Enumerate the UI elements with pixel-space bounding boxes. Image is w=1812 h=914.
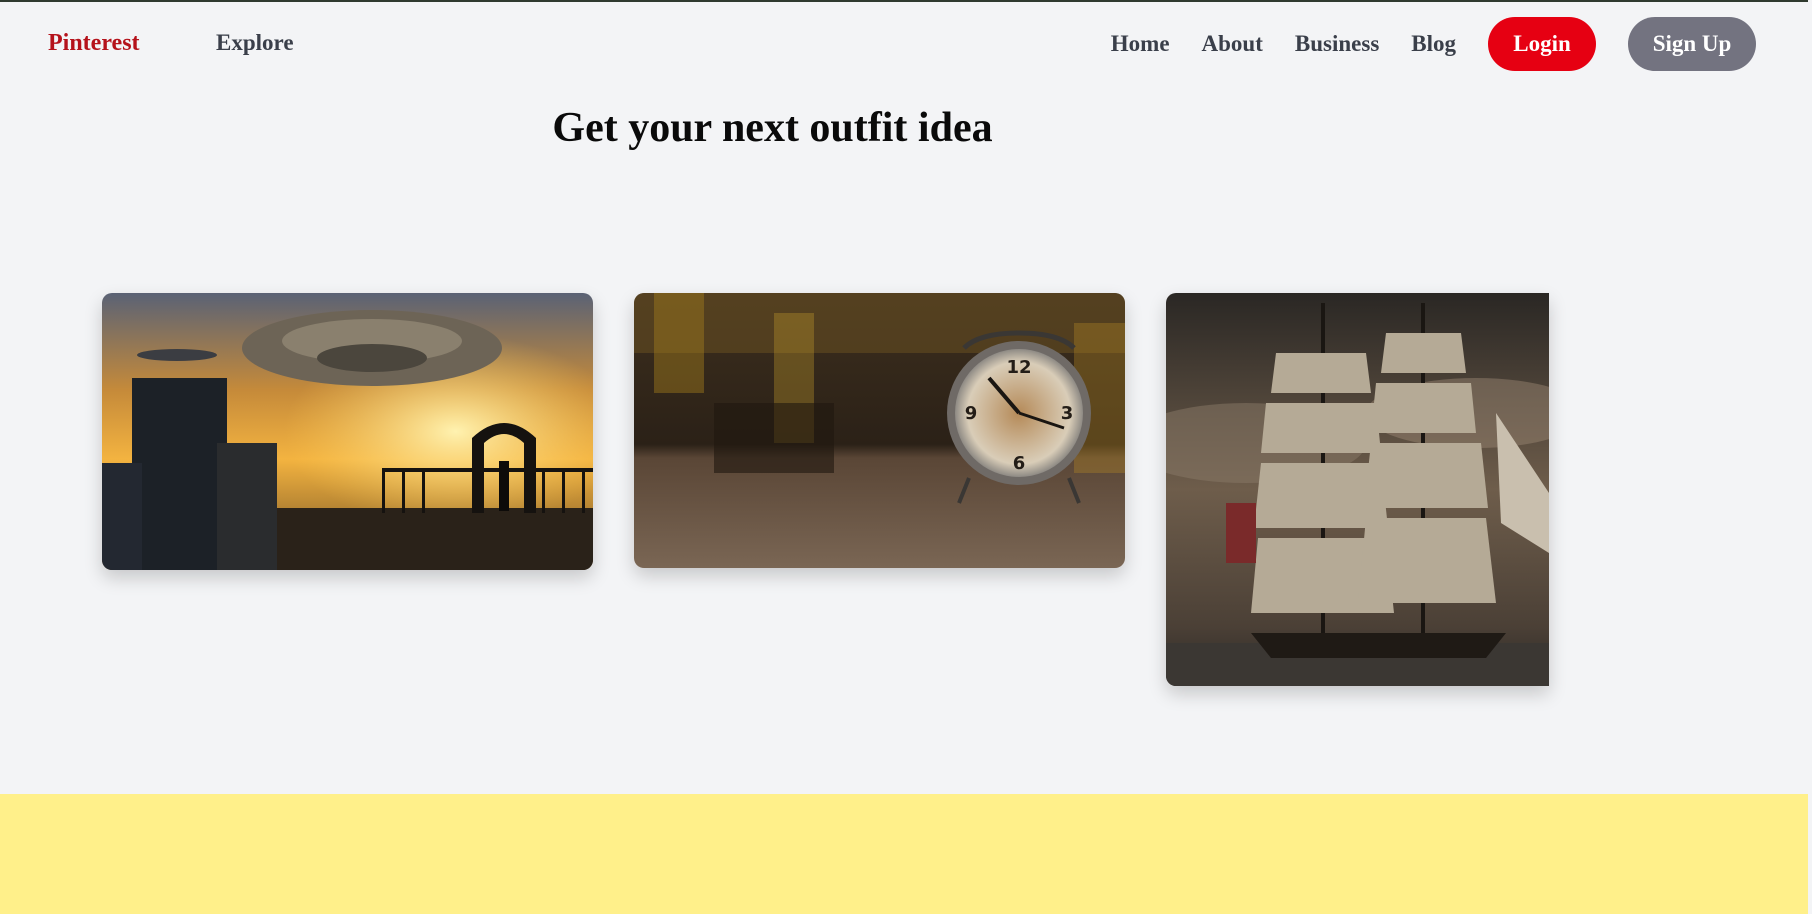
nav-link-explore[interactable]: Explore bbox=[216, 30, 294, 56]
svg-text:9: 9 bbox=[965, 403, 978, 424]
svg-text:3: 3 bbox=[1061, 403, 1074, 424]
nav-link-blog[interactable]: Blog bbox=[1411, 31, 1456, 57]
brand-logo-link[interactable]: Pinterest bbox=[48, 30, 140, 57]
page-edge bbox=[1808, 0, 1812, 914]
svg-text:12: 12 bbox=[1006, 357, 1031, 378]
scifi-city-image bbox=[102, 293, 593, 570]
nav-link-home[interactable]: Home bbox=[1111, 31, 1170, 57]
sailing-ship-image bbox=[1166, 293, 1549, 686]
svg-text:6: 6 bbox=[1013, 453, 1026, 474]
signup-button[interactable]: Sign Up bbox=[1628, 17, 1756, 71]
nav-right-group: Home About Business Blog Login Sign Up bbox=[1111, 17, 1756, 71]
gallery-card-scifi-city[interactable] bbox=[102, 293, 593, 570]
top-navigation: Pinterest Explore Home About Business Bl… bbox=[0, 2, 1812, 86]
login-button[interactable]: Login bbox=[1488, 17, 1596, 71]
nav-link-business[interactable]: Business bbox=[1295, 31, 1379, 57]
page-headline: Get your next outfit idea bbox=[552, 105, 993, 151]
gallery-card-sailing-ship[interactable] bbox=[1166, 293, 1549, 686]
clock-image: 12 3 6 9 bbox=[634, 293, 1125, 568]
footer-band bbox=[0, 794, 1808, 914]
nav-link-about[interactable]: About bbox=[1202, 31, 1263, 57]
gallery-card-clock[interactable]: 12 3 6 9 bbox=[634, 293, 1125, 568]
